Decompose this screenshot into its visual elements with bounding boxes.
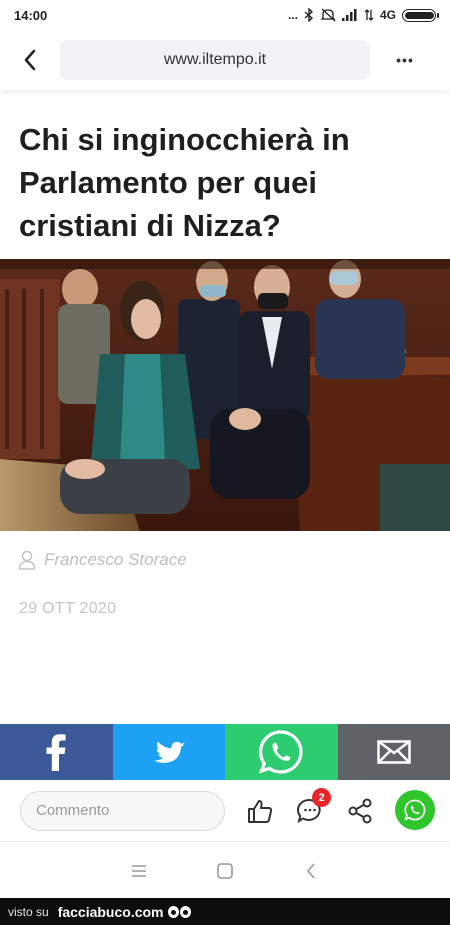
article-date: 29 OTT 2020 xyxy=(19,600,117,617)
watermark-prefix: visto su xyxy=(8,904,49,919)
browser-back-button[interactable] xyxy=(0,30,60,90)
url-text: www.iltempo.it xyxy=(163,51,267,68)
comment-placeholder: Commento xyxy=(36,802,110,819)
menu-icon xyxy=(132,864,146,877)
back-icon xyxy=(306,862,315,879)
user-icon xyxy=(18,550,36,570)
home-button[interactable] xyxy=(182,862,268,879)
twitter-icon xyxy=(154,741,186,763)
recent-apps-button[interactable] xyxy=(96,864,182,878)
home-icon xyxy=(217,862,233,879)
browser-menu-button[interactable]: ••• xyxy=(370,30,440,90)
system-navigation-bar xyxy=(0,843,450,898)
browser-toolbar: www.iltempo.it ••• xyxy=(0,30,450,90)
bluetooth-icon xyxy=(304,8,314,22)
article-author: Francesco Storace xyxy=(18,550,187,570)
email-icon xyxy=(377,740,411,764)
phone-screen: 14:00 ... 4G www.iltempo.it ••• Chi si i… xyxy=(0,0,450,925)
article-photo[interactable] xyxy=(0,259,450,531)
status-time: 14:00 xyxy=(14,7,48,23)
like-button[interactable] xyxy=(240,780,280,842)
share-twitter-button[interactable] xyxy=(112,724,225,780)
author-name[interactable]: Francesco Storace xyxy=(44,550,187,570)
more-status-icon: ... xyxy=(287,8,298,22)
battery-icon xyxy=(402,8,439,22)
eye-right-icon xyxy=(179,905,191,918)
facebook-icon xyxy=(46,734,66,771)
whatsapp-share-round-button[interactable] xyxy=(395,790,435,830)
eyes-logo-icon xyxy=(167,905,191,918)
signal-icon xyxy=(341,9,357,21)
status-icons: ... 4G xyxy=(287,8,439,22)
share-bar xyxy=(0,724,450,780)
parliament-photo-image xyxy=(0,259,450,531)
network-type: 4G xyxy=(379,8,396,22)
eye-left-icon xyxy=(167,905,179,918)
data-transfer-icon xyxy=(364,9,374,21)
system-back-button[interactable] xyxy=(268,862,354,879)
share-facebook-button[interactable] xyxy=(0,724,113,780)
url-bar[interactable]: www.iltempo.it xyxy=(60,40,370,80)
chevron-left-icon xyxy=(24,49,36,71)
comment-bar: Commento 2 xyxy=(0,780,450,842)
share-whatsapp-button[interactable] xyxy=(225,724,338,780)
comments-button[interactable]: 2 xyxy=(290,780,331,842)
thumbs-up-icon xyxy=(248,800,273,823)
share-icon xyxy=(348,798,372,824)
more-icon: ••• xyxy=(396,52,414,68)
share-email-button[interactable] xyxy=(337,724,450,780)
status-bar: 14:00 ... 4G xyxy=(0,0,450,30)
mute-icon xyxy=(320,8,336,22)
article-headline: Chi si inginocchierà in Parlamento per q… xyxy=(19,122,350,243)
watermark-footer: visto su facciabuco.com xyxy=(0,898,450,925)
whatsapp-icon xyxy=(404,799,426,821)
battery-level-fill xyxy=(405,11,434,19)
watermark-brand[interactable]: facciabuco.com xyxy=(58,904,164,920)
share-button[interactable] xyxy=(340,780,380,842)
comment-input[interactable]: Commento xyxy=(20,790,225,831)
comment-count-badge: 2 xyxy=(312,788,331,807)
whatsapp-icon xyxy=(259,730,303,774)
